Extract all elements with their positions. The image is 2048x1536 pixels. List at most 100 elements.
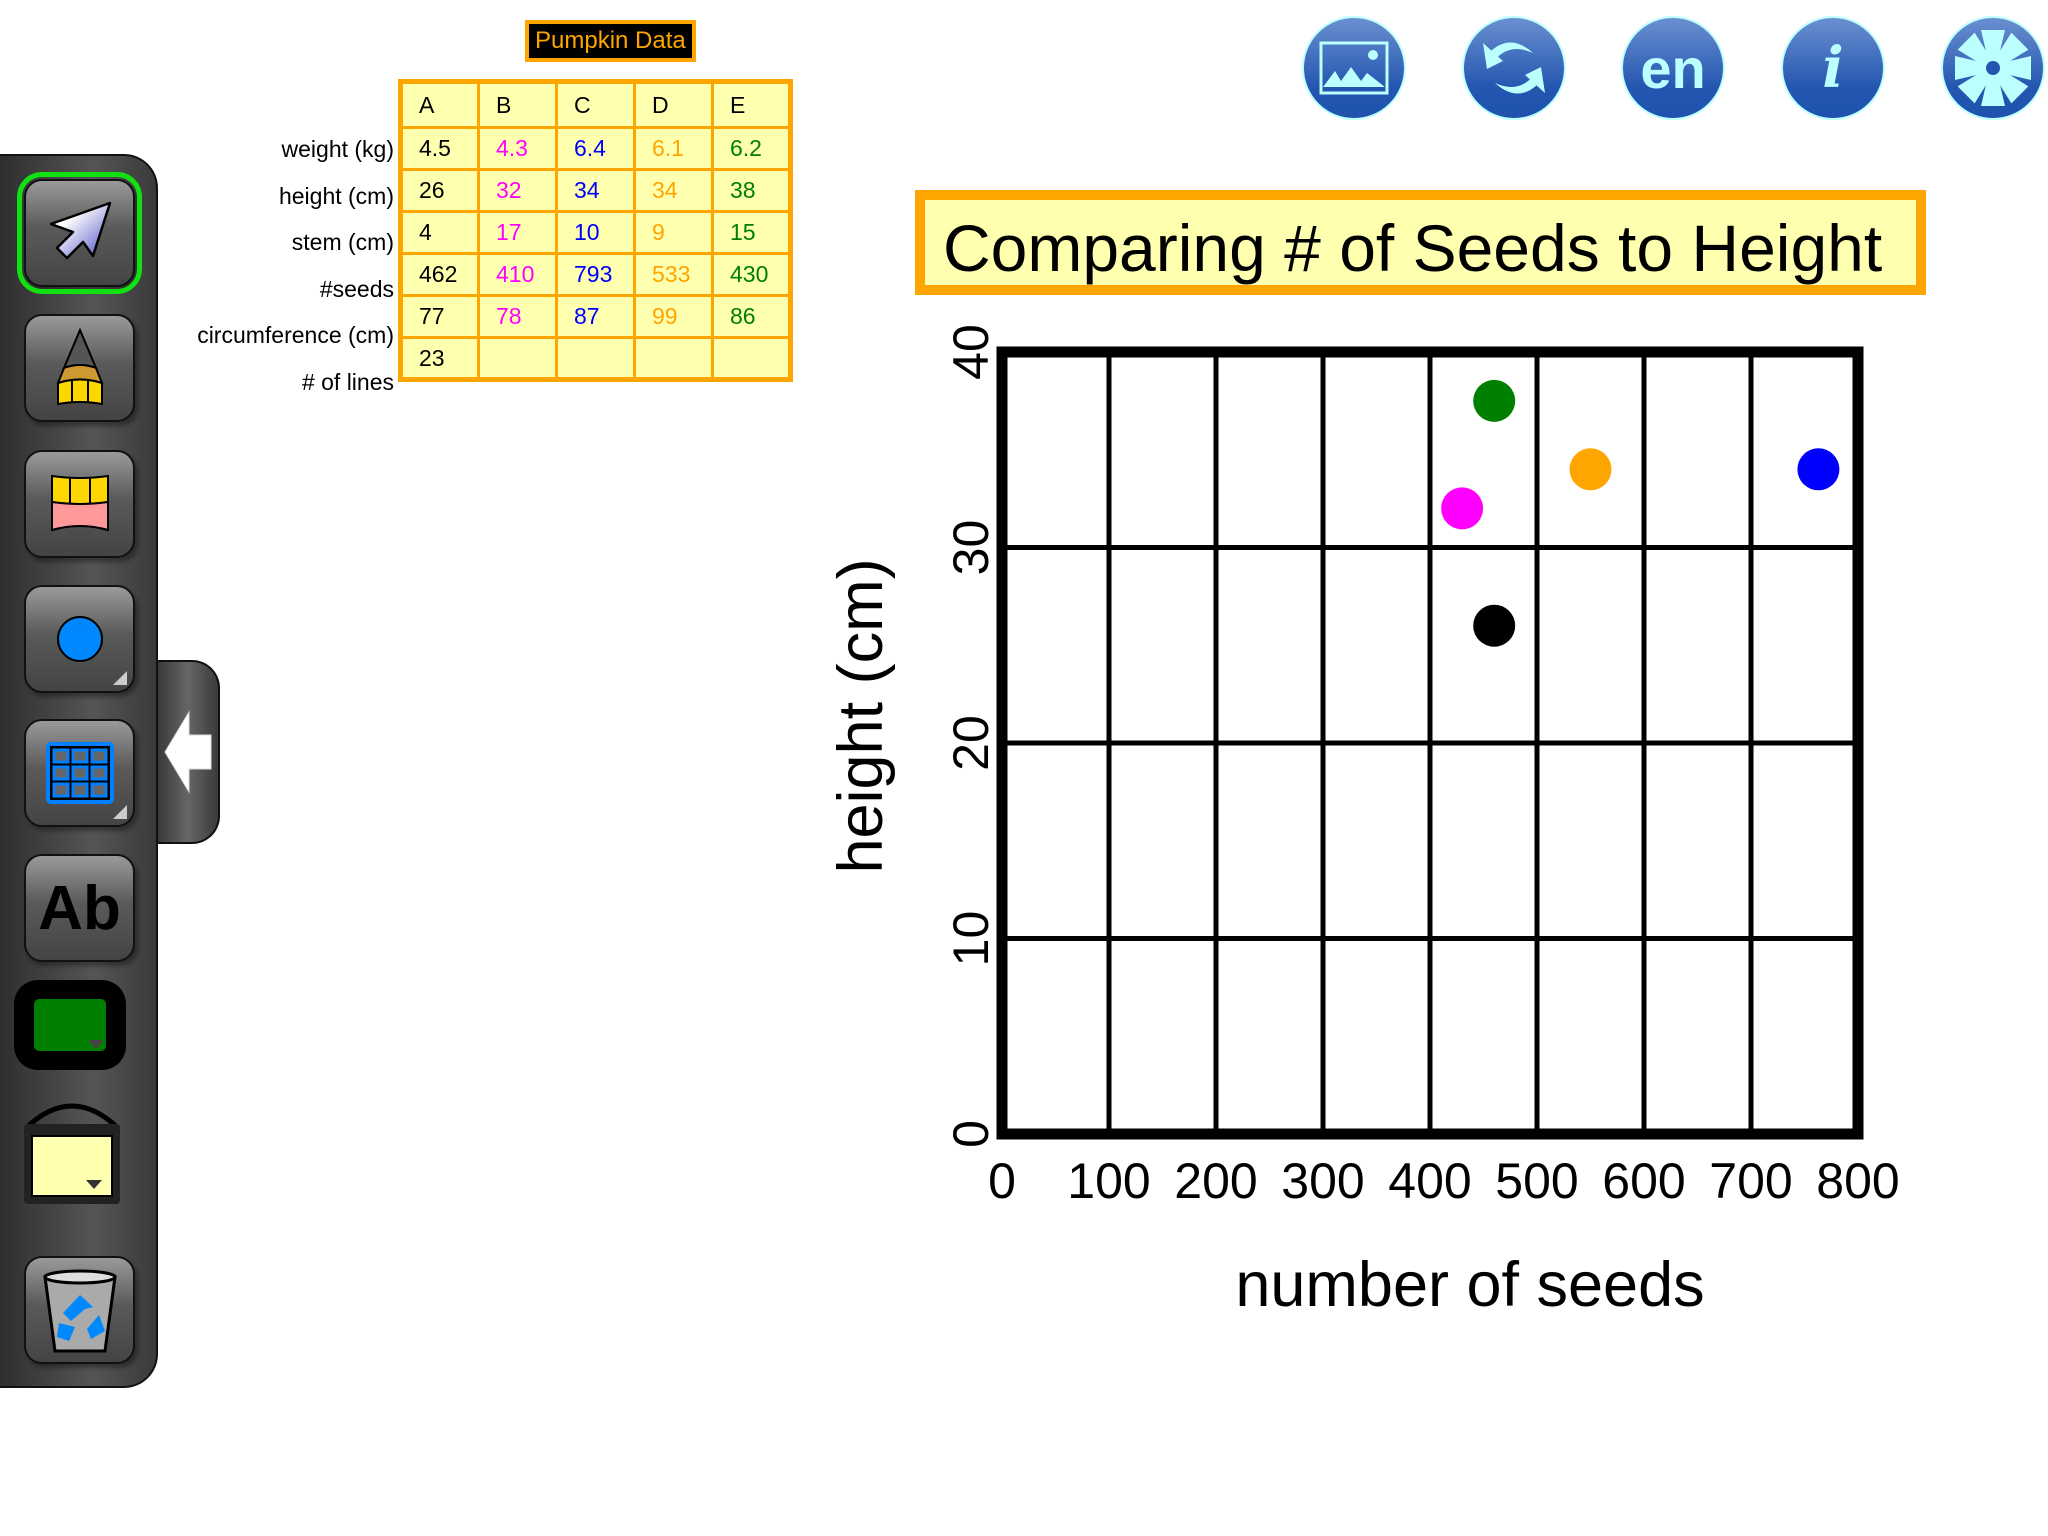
grid-icon <box>45 742 114 804</box>
table-cell[interactable] <box>633 336 714 381</box>
arrow-pointer-icon <box>49 201 111 260</box>
table-cell[interactable]: 78 <box>477 294 558 339</box>
row-label: #seeds <box>319 275 394 302</box>
reset-button[interactable] <box>1462 16 1566 120</box>
table-cell[interactable] <box>477 336 558 381</box>
x-tick-label: 0 <box>988 1153 1016 1209</box>
info-button[interactable]: i <box>1781 16 1885 120</box>
table-cell[interactable]: 9 <box>633 210 714 255</box>
submenu-indicator-icon <box>113 805 127 819</box>
arrow-left-icon <box>164 710 212 794</box>
data-point <box>1569 448 1612 491</box>
table-cell[interactable]: 430 <box>711 252 792 297</box>
data-point <box>1797 448 1840 491</box>
table-cell[interactable]: 77 <box>399 294 480 339</box>
text-icon: Ab <box>38 873 121 943</box>
gear-icon <box>1955 30 2031 106</box>
color-swatch-icon <box>34 999 106 1051</box>
table-cell[interactable]: 34 <box>555 168 636 213</box>
settings-button[interactable] <box>1941 16 2045 120</box>
x-axis-label: number of seeds <box>1235 1250 1704 1320</box>
data-point <box>1473 379 1516 422</box>
y-tick-label: 40 <box>943 324 999 380</box>
pumpkin-data-table[interactable]: A B C D E 4.5 4.3 6.4 6.1 6.2 26 32 34 34 38 4 17 10 9 15 46… <box>398 79 793 382</box>
table-row: 462 410 793 533 430 <box>399 252 792 297</box>
table-title: Pumpkin Data <box>525 20 696 62</box>
language-icon: en <box>1640 36 1706 100</box>
text-tool-button[interactable]: Ab <box>24 854 135 962</box>
shape-tool-button[interactable] <box>24 585 135 693</box>
table-tool-button[interactable] <box>24 719 135 827</box>
table-row: 26 32 34 34 38 <box>399 168 792 213</box>
table-cell[interactable] <box>555 336 636 381</box>
column-header[interactable]: E <box>711 80 792 129</box>
pencil-icon <box>55 328 104 406</box>
eraser-tool-button[interactable] <box>24 450 135 558</box>
fill-color-button[interactable] <box>16 1098 128 1208</box>
table-cell[interactable]: 10 <box>555 210 636 255</box>
pencil-tool-button[interactable] <box>24 314 135 422</box>
table-cell[interactable]: 6.4 <box>555 126 636 171</box>
table-row: 4 17 10 9 15 <box>399 210 792 255</box>
data-point <box>1441 487 1484 530</box>
collapse-toolbar-tab[interactable] <box>158 660 220 844</box>
x-tick-label: 400 <box>1388 1153 1471 1209</box>
table-header-row: ABCDE <box>399 80 792 129</box>
x-tick-label: 100 <box>1067 1153 1150 1209</box>
table-cell[interactable]: 86 <box>711 294 792 339</box>
table-cell[interactable]: 4 <box>399 210 480 255</box>
tool-palette: Ab <box>0 154 158 1388</box>
table-row: 4.5 4.3 6.4 6.1 6.2 <box>399 126 792 171</box>
row-label: height (cm) <box>278 182 394 209</box>
chart-title-box: Comparing # of Seeds to Height <box>915 190 1926 295</box>
table-cell[interactable]: 4.3 <box>477 126 558 171</box>
column-header[interactable]: D <box>633 80 714 129</box>
table-cell[interactable]: 6.1 <box>633 126 714 171</box>
x-tick-label: 200 <box>1174 1153 1257 1209</box>
y-tick-label: 30 <box>943 520 999 576</box>
x-tick-label: 800 <box>1816 1153 1899 1209</box>
table-row: 77 78 87 99 86 <box>399 294 792 339</box>
eraser-icon <box>50 474 109 532</box>
language-button[interactable]: en <box>1621 16 1725 120</box>
table-cell[interactable]: 26 <box>399 168 480 213</box>
column-header[interactable]: B <box>477 80 558 129</box>
column-header[interactable]: C <box>555 80 636 129</box>
trash-button[interactable] <box>24 1256 135 1364</box>
recycle-bin-icon <box>42 1269 117 1353</box>
table-cell[interactable]: 32 <box>477 168 558 213</box>
table-row: 23 <box>399 336 792 381</box>
table-cell[interactable]: 17 <box>477 210 558 255</box>
plot-area <box>1002 352 1858 1134</box>
y-tick-label: 20 <box>943 715 999 771</box>
table-cell[interactable]: 793 <box>555 252 636 297</box>
column-header[interactable]: A <box>399 80 480 129</box>
circle-icon <box>56 616 103 662</box>
table-cell[interactable]: 6.2 <box>711 126 792 171</box>
row-label: weight (kg) <box>281 136 394 162</box>
table-cell[interactable] <box>711 336 792 381</box>
table-cell[interactable]: 462 <box>399 252 480 297</box>
table-cell[interactable]: 87 <box>555 294 636 339</box>
row-label: # of lines <box>301 368 394 395</box>
refresh-icon <box>1483 42 1545 94</box>
table-cell[interactable]: 4.5 <box>399 126 480 171</box>
row-label: circumference (cm) <box>197 322 394 348</box>
y-tick-label: 10 <box>943 911 999 967</box>
table-cell[interactable]: 99 <box>633 294 714 339</box>
table-cell[interactable]: 15 <box>711 210 792 255</box>
chart-title: Comparing # of Seeds to Height <box>943 211 1883 285</box>
table-cell[interactable]: 34 <box>633 168 714 213</box>
image-icon <box>1319 41 1389 95</box>
table-cell[interactable]: 38 <box>711 168 792 213</box>
table-cell[interactable]: 23 <box>399 336 480 381</box>
paint-bucket-icon <box>24 1103 120 1204</box>
select-tool-button[interactable] <box>17 172 142 294</box>
row-label: stem (cm) <box>291 229 394 255</box>
background-image-button[interactable] <box>1302 16 1406 120</box>
info-icon: i <box>1822 35 1844 101</box>
table-cell[interactable]: 533 <box>633 252 714 297</box>
table-cell[interactable]: 410 <box>477 252 558 297</box>
data-point <box>1473 604 1516 647</box>
pen-color-button[interactable] <box>14 980 126 1070</box>
